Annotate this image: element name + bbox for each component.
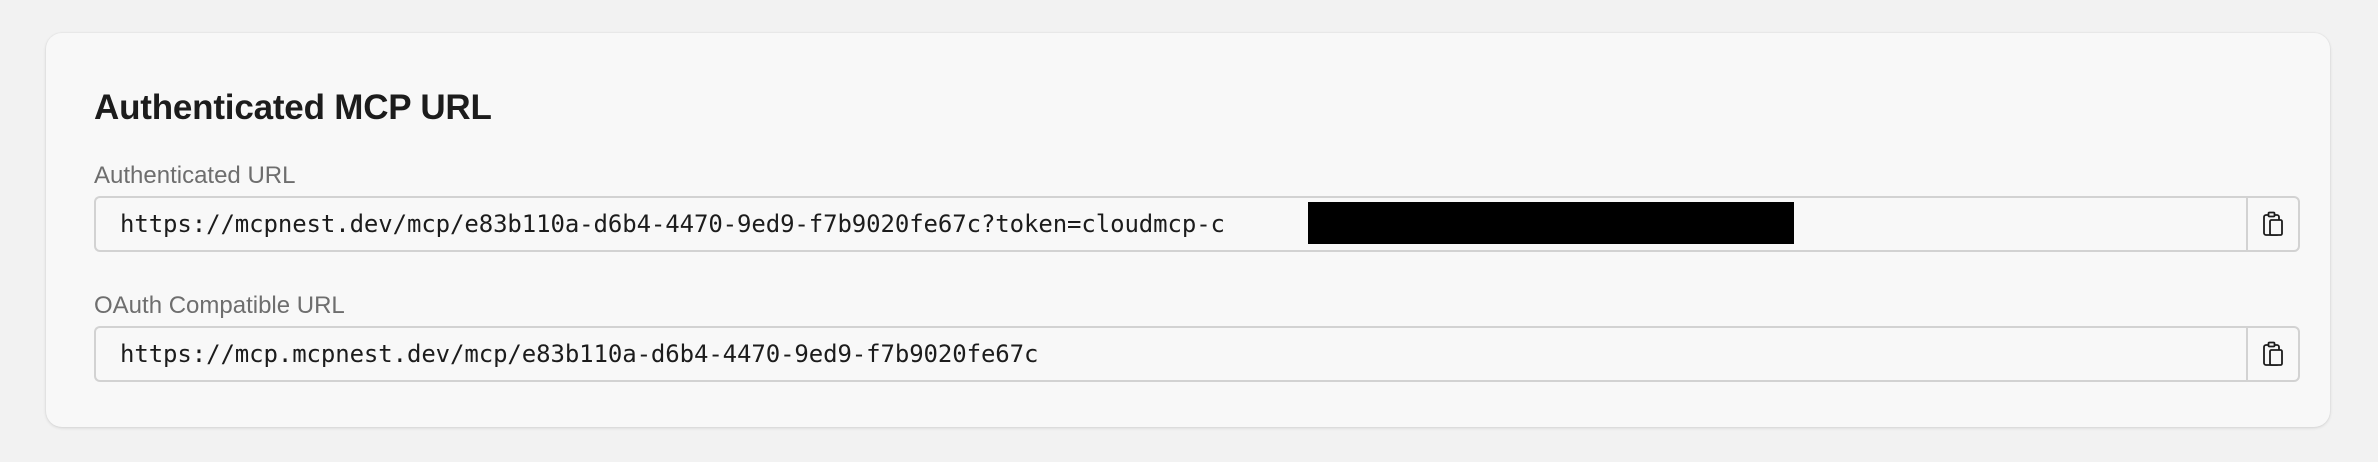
oauth-url-field-row: https://mcp.mcpnest.dev/mcp/e83b110a-d6b… xyxy=(94,326,2300,382)
clipboard-copy-icon xyxy=(2263,211,2283,236)
authenticated-url-label: Authenticated URL xyxy=(94,162,296,189)
authenticated-url-field-row: https://mcpnest.dev/mcp/e83b110a-d6b4-44… xyxy=(94,196,2300,252)
oauth-compatible-url-label: OAuth Compatible URL xyxy=(94,292,345,319)
oauth-compatible-url-input[interactable]: https://mcp.mcpnest.dev/mcp/e83b110a-d6b… xyxy=(94,326,2246,382)
clipboard-copy-icon xyxy=(2263,341,2283,366)
oauth-compatible-url-value: https://mcp.mcpnest.dev/mcp/e83b110a-d6b… xyxy=(120,340,1039,368)
copy-oauth-url-button[interactable] xyxy=(2246,326,2300,382)
copy-authenticated-url-button[interactable] xyxy=(2246,196,2300,252)
authenticated-url-input[interactable]: https://mcpnest.dev/mcp/e83b110a-d6b4-44… xyxy=(94,196,2246,252)
authenticated-mcp-url-card: Authenticated MCP URL Authenticated URL … xyxy=(46,33,2330,427)
authenticated-url-value: https://mcpnest.dev/mcp/e83b110a-d6b4-44… xyxy=(120,210,1225,238)
redacted-token-block xyxy=(1308,202,1794,244)
card-title: Authenticated MCP URL xyxy=(94,88,492,127)
